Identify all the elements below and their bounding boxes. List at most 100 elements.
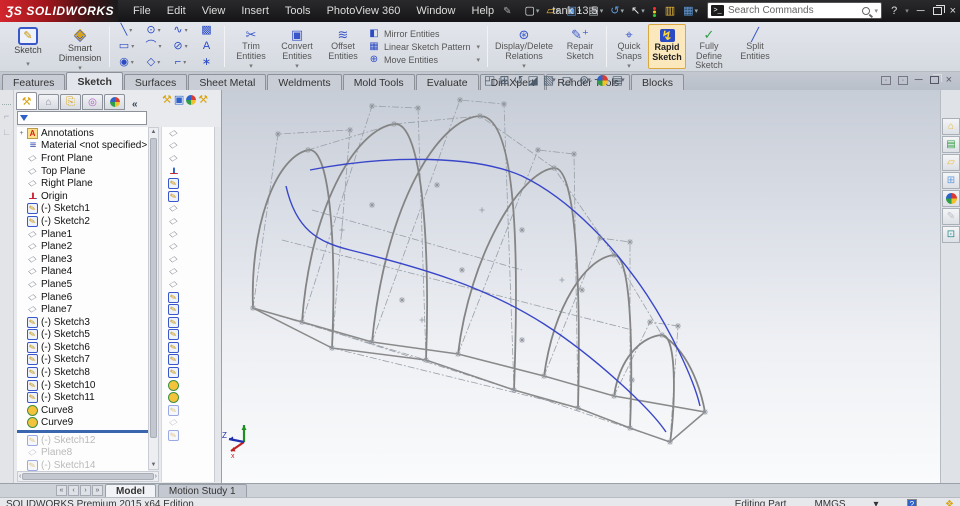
tree-item[interactable]: Plane4 <box>17 266 148 279</box>
tab-nav-arrow[interactable]: ‹ <box>68 485 79 496</box>
trim-entities-button[interactable]: ✂ Trim Entities ▾ <box>228 24 274 70</box>
tree-item[interactable]: Origin <box>17 190 148 203</box>
tab-nav-arrow[interactable]: › <box>80 485 91 496</box>
tree-item[interactable]: Material <not specified> <box>17 140 148 153</box>
scrollbar-thumb[interactable] <box>150 138 157 438</box>
sketch-tool-button[interactable]: ▭ ▾ <box>113 39 140 54</box>
sketch-tool-button[interactable]: ╲ ▾ <box>113 23 140 38</box>
tab-nav-arrow[interactable]: « <box>56 485 67 496</box>
tree-item[interactable]: (-) Sketch5 <box>17 329 148 342</box>
tree-item[interactable]: Plane2 <box>17 240 148 253</box>
feature-tree-icon[interactable]: ⚒ <box>198 93 208 106</box>
tab-dimxpertmanager[interactable]: ◎ <box>82 94 103 110</box>
task-pane-tab[interactable]: ⊡ <box>942 226 960 243</box>
ribbon-tab[interactable]: Sheet Metal <box>188 74 267 90</box>
search-commands-box[interactable]: >_ Search Commands ▾ <box>707 2 882 19</box>
tree-item[interactable]: (-) Sketch14 <box>17 459 148 472</box>
tree-icon-row[interactable] <box>162 215 214 228</box>
menu-item[interactable]: PhotoView 360 <box>320 2 408 20</box>
close-button[interactable]: × <box>950 5 956 17</box>
scroll-up-arrow[interactable]: ▲ <box>149 129 158 135</box>
smart-dimension-button[interactable]: ◈ Smart Dimension ▾ <box>54 24 106 73</box>
tree-item[interactable]: Top Plane <box>17 165 148 178</box>
model-tab[interactable]: Model <box>105 484 156 497</box>
mirror-entities-button[interactable]: ◧ Mirror Entities <box>368 28 484 39</box>
rollback-step-icon[interactable]: ∟ <box>0 127 13 137</box>
fully-define-sketch-button[interactable]: ✓ Fully Define Sketch <box>686 24 732 70</box>
chevron-down-icon[interactable]: ▾ <box>476 43 484 51</box>
tree-icon-row[interactable] <box>162 140 214 153</box>
part-icon[interactable]: ▣ <box>174 93 184 106</box>
search-icon[interactable] <box>862 6 871 15</box>
tab-nav-arrow[interactable]: » <box>92 485 103 496</box>
tree-item[interactable]: Plane1 <box>17 228 148 241</box>
tab-configurationmanager[interactable]: ⎘ <box>60 94 81 110</box>
view-tool-button[interactable]: ↺ <box>513 73 523 87</box>
menu-item[interactable]: Help <box>465 2 502 20</box>
task-pane-tab[interactable]: ⌂ <box>942 118 960 135</box>
quick-snaps-button[interactable]: ⌖ Quick Snaps ▾ <box>610 24 648 70</box>
tree-item[interactable]: (-) Sketch12 <box>17 434 148 447</box>
sketch-tool-button[interactable]: ⌒ ▾ <box>140 39 167 54</box>
linear-sketch-pattern-button[interactable]: ▦ Linear Sketch Pattern ▾ <box>368 41 484 52</box>
tree-icon-row[interactable] <box>162 278 214 291</box>
tree-filter[interactable] <box>17 111 147 125</box>
menu-item[interactable]: Edit <box>160 2 193 20</box>
menu-item[interactable]: Window <box>409 2 462 20</box>
doc-minimize-button[interactable]: ─ <box>915 74 923 86</box>
task-pane-tab[interactable]: ✎ <box>942 208 960 225</box>
ribbon-tab[interactable]: Sketch <box>66 72 123 90</box>
chevron-down-icon[interactable]: ▾ <box>905 7 909 15</box>
ribbon-tab[interactable]: Blocks <box>631 74 684 90</box>
sketch-tool-button[interactable]: ◉ ▾ <box>113 55 140 70</box>
tree-icon-row[interactable] <box>162 329 214 342</box>
doc-window-icon[interactable]: ▫ <box>897 75 908 85</box>
search-input[interactable]: Search Commands <box>728 5 858 16</box>
tree-item[interactable]: Plane5 <box>17 278 148 291</box>
help-button[interactable]: ? <box>891 5 897 17</box>
display-delete-relations-button[interactable]: ⊛ Display/Delete Relations ▾ <box>491 24 557 70</box>
tree-icon-row[interactable] <box>162 190 214 203</box>
tree-icon-row[interactable] <box>162 316 214 329</box>
ribbon-tab[interactable]: Features <box>2 74 66 90</box>
tab-propertymanager[interactable]: ⌂ <box>38 94 59 110</box>
icon-pane-scrollbar[interactable] <box>214 127 221 482</box>
menu-item[interactable]: File <box>126 2 158 20</box>
tree-item[interactable]: (-) Sketch10 <box>17 379 148 392</box>
sketch-button[interactable]: ✎ Sketch ▾ <box>2 24 54 69</box>
view-tool-button[interactable] <box>596 74 608 86</box>
sketch-tool-button[interactable]: ⊙ ▾ <box>140 23 167 38</box>
tab-featuremanager-tree[interactable]: ⚒ <box>16 92 37 110</box>
sketch-tool-button[interactable]: ⌐ ▾ <box>167 55 194 70</box>
graphics-viewport[interactable]: Z x <box>222 90 940 483</box>
rollback-step-icon[interactable]: ⌐ <box>0 111 13 121</box>
tree-item[interactable]: Curve9 <box>17 417 148 430</box>
ribbon-tab[interactable]: Weldments <box>267 74 342 90</box>
sketch-tool-button[interactable]: ▩ <box>194 23 221 38</box>
quick-access-button[interactable] <box>649 4 661 19</box>
feature-tree-icon[interactable]: ⚒ <box>162 93 172 106</box>
tree-item[interactable]: Front Plane <box>17 152 148 165</box>
model-tab[interactable]: Motion Study 1 <box>157 484 247 497</box>
tree-icon-row[interactable] <box>162 228 214 241</box>
tree-item[interactable]: Plane7 <box>17 303 148 316</box>
quick-access-button[interactable]: ▥ <box>662 4 679 19</box>
tree-icon-row[interactable] <box>162 240 214 253</box>
scroll-right-arrow[interactable]: › <box>155 473 157 480</box>
tree-icon-row[interactable] <box>162 404 214 417</box>
view-tool-button[interactable]: ▤ ▾ <box>612 73 625 87</box>
tree-item[interactable]: (-) Sketch2 <box>17 215 148 228</box>
tree-icon-row[interactable] <box>162 379 214 392</box>
units-selector[interactable]: MMGS <box>814 499 845 506</box>
tree-icon-row[interactable] <box>162 417 214 430</box>
tree-icon-row[interactable] <box>162 266 214 279</box>
display-manager-icon[interactable] <box>186 94 197 105</box>
tree-icon-row[interactable] <box>162 177 214 190</box>
task-pane-tab[interactable]: ▱ <box>942 154 960 171</box>
toolbar-grip[interactable] <box>2 91 11 105</box>
tree-icon-row[interactable] <box>162 354 214 367</box>
scrollbar-thumb[interactable] <box>22 473 154 480</box>
sketch-tool-button[interactable]: ◇ ▾ <box>140 55 167 70</box>
sketch-tool-button[interactable]: ∿ ▾ <box>167 23 194 38</box>
tree-item[interactable]: + Annotations <box>17 127 148 140</box>
